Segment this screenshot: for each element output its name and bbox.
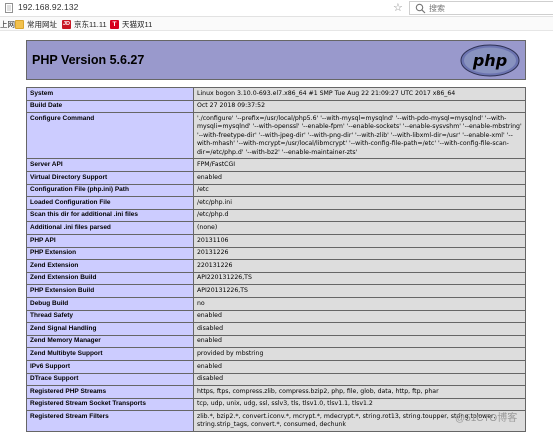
tmall-logo-icon: T bbox=[110, 19, 119, 29]
info-value: Oct 27 2018 09:37:52 bbox=[193, 99, 526, 114]
table-row: Registered Stream Socket Transports tcp, … bbox=[26, 397, 526, 412]
info-value: disabled bbox=[193, 372, 526, 387]
info-key: Loaded Configuration File bbox=[26, 196, 194, 210]
info-value: enabled bbox=[193, 359, 526, 374]
info-key: Build Date bbox=[26, 99, 194, 114]
table-row: PHP API 20131106 bbox=[26, 233, 526, 248]
info-value: FPM/FastCGI bbox=[193, 158, 526, 172]
info-key: Registered Stream Filters bbox=[26, 410, 194, 433]
table-row: System Linux bogon 3.10.0-693.el7.x86_64 … bbox=[26, 87, 526, 101]
svg-text:php: php bbox=[472, 51, 507, 70]
info-key: IPv6 Support bbox=[26, 359, 194, 374]
info-key: Zend Multibyte Support bbox=[26, 347, 194, 361]
info-key: System bbox=[26, 87, 194, 101]
table-row: Debug Build no bbox=[26, 296, 526, 311]
info-value: 20131226 bbox=[193, 246, 526, 261]
table-row: Build Date Oct 27 2018 09:37:52 bbox=[26, 99, 526, 114]
info-key: PHP Extension bbox=[26, 246, 194, 261]
info-value: enabled bbox=[193, 309, 526, 324]
table-row: Registered PHP Streams https, ftps, compr… bbox=[26, 385, 526, 399]
info-value: /etc/php.d bbox=[193, 208, 526, 223]
info-value: './configure' '--prefix=/usr/local/php5.… bbox=[193, 112, 526, 160]
bookmark-label: 上网 bbox=[0, 19, 15, 29]
table-row: Configuration File (php.ini) Path/etc bbox=[26, 183, 526, 198]
php-logo-icon[interactable]: php bbox=[460, 44, 520, 77]
info-value: API220131226,TS bbox=[193, 271, 526, 286]
info-value: enabled bbox=[193, 334, 526, 349]
info-key: Scan this dir for additional .ini files bbox=[26, 208, 194, 223]
search-placeholder: 搜索 bbox=[429, 4, 445, 13]
info-key: Configuration File (php.ini) Path bbox=[26, 183, 194, 198]
jd-logo-icon: JD bbox=[62, 19, 71, 29]
table-row: Loaded Configuration File/etc/php.ini bbox=[26, 196, 526, 210]
info-value: Linux bogon 3.10.0-693.el7.x86_64 #1 SMP… bbox=[193, 87, 526, 101]
info-value: (none) bbox=[193, 221, 526, 235]
table-row: Scan this dir for additional .ini files /… bbox=[26, 208, 526, 223]
bookmark-label: 天猫双11 bbox=[122, 19, 153, 29]
bookmarks-bar: 上网 常用网址 JD 京东11.11 T 天猫双11 bbox=[0, 17, 553, 31]
bookmark-label: 常用网址 bbox=[27, 19, 57, 29]
bookmark-star-icon[interactable]: ☆ bbox=[393, 1, 403, 14]
info-key: Configure Command bbox=[26, 112, 194, 160]
table-row: Virtual Directory Support enabled bbox=[26, 171, 526, 185]
bookmark-item[interactable]: T 天猫双11 bbox=[110, 19, 152, 29]
info-value: disabled bbox=[193, 322, 526, 336]
info-key: DTrace Support bbox=[26, 372, 194, 387]
table-row: Zend Extension Build API220131226,TS bbox=[26, 271, 526, 286]
folder-icon bbox=[15, 19, 24, 29]
info-key: Zend Memory Manager bbox=[26, 334, 194, 349]
info-key: Thread Safety bbox=[26, 309, 194, 324]
info-key: Additional .ini files parsed bbox=[26, 221, 194, 235]
info-value: /etc bbox=[193, 183, 526, 198]
info-key: Registered PHP Streams bbox=[26, 385, 194, 399]
info-value: no bbox=[193, 296, 526, 311]
table-row: Additional .ini files parsed (none) bbox=[26, 221, 526, 235]
table-row: Zend Memory Manager enabled bbox=[26, 334, 526, 349]
table-row: Configure Command './configure' '--prefix… bbox=[26, 112, 526, 160]
info-value: enabled bbox=[193, 171, 526, 185]
table-row: IPv6 Support enabled bbox=[26, 359, 526, 374]
table-row: Zend Multibyte Support provided by mbstri… bbox=[26, 347, 526, 361]
table-row: Server API FPM/FastCGI bbox=[26, 158, 526, 172]
table-row: Registered Stream Filters zlib.*, bzip2.*… bbox=[26, 410, 526, 433]
info-value: API20131226,TS bbox=[193, 284, 526, 298]
bookmark-item[interactable]: 上网 bbox=[0, 19, 15, 29]
search-icon bbox=[415, 3, 426, 14]
info-key: Virtual Directory Support bbox=[26, 171, 194, 185]
page-icon bbox=[5, 3, 13, 13]
info-key: PHP API bbox=[26, 233, 194, 248]
info-value: 20131106 bbox=[193, 233, 526, 248]
php-info-table: System Linux bogon 3.10.0-693.el7.x86_64 … bbox=[26, 87, 526, 433]
info-key: Server API bbox=[26, 158, 194, 172]
info-key: Zend Signal Handling bbox=[26, 322, 194, 336]
address-bar[interactable]: 192.168.92.132 ☆ 搜索 bbox=[0, 0, 553, 17]
table-row: PHP Extension Build API20131226,TS bbox=[26, 284, 526, 298]
info-value: /etc/php.ini bbox=[193, 196, 526, 210]
info-value: https, ftps, compress.zlib, compress.bzi… bbox=[193, 385, 526, 399]
php-version-header: PHP Version 5.6.27 php bbox=[26, 40, 526, 80]
watermark: @51CTO博客 bbox=[455, 413, 518, 424]
info-key: Debug Build bbox=[26, 296, 194, 311]
table-row: Thread Safety enabled bbox=[26, 309, 526, 324]
table-row: PHP Extension 20131226 bbox=[26, 246, 526, 261]
search-input[interactable]: 搜索 bbox=[409, 1, 553, 15]
table-row: DTrace Support disabled bbox=[26, 372, 526, 387]
info-key: Registered Stream Socket Transports bbox=[26, 397, 194, 412]
info-key: Zend Extension bbox=[26, 259, 194, 273]
url-text[interactable]: 192.168.92.132 bbox=[18, 2, 79, 12]
info-key: Zend Extension Build bbox=[26, 271, 194, 286]
info-key: PHP Extension Build bbox=[26, 284, 194, 298]
bookmark-item[interactable]: JD 京东11.11 bbox=[62, 19, 107, 29]
bookmark-item[interactable]: 常用网址 bbox=[15, 19, 57, 29]
page-title: PHP Version 5.6.27 bbox=[32, 53, 145, 67]
table-row: Zend Extension 220131226 bbox=[26, 259, 526, 273]
table-row: Zend Signal Handling disabled bbox=[26, 322, 526, 336]
bookmark-label: 京东11.11 bbox=[74, 19, 107, 29]
info-value: provided by mbstring bbox=[193, 347, 526, 361]
info-value: 220131226 bbox=[193, 259, 526, 273]
